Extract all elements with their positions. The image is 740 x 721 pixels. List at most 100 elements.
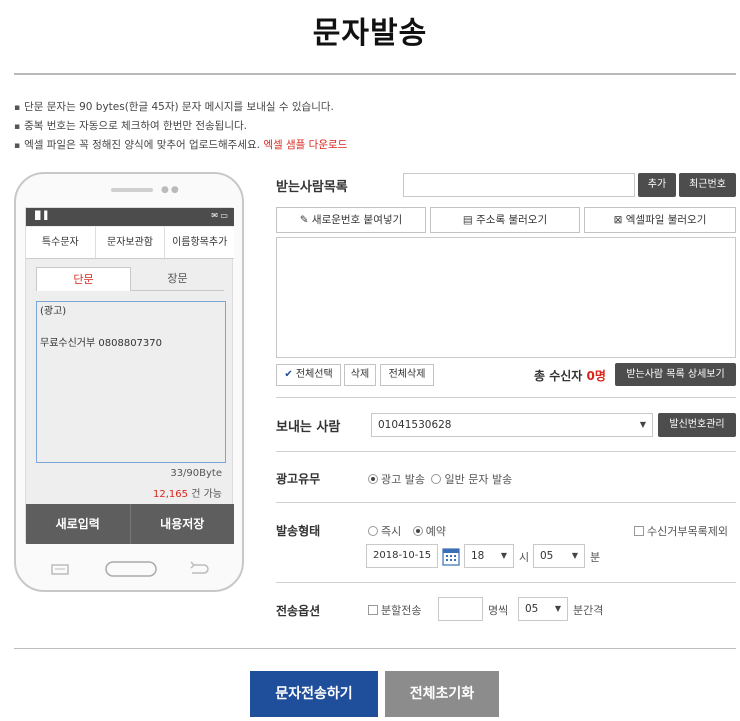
- divider: [276, 502, 736, 503]
- battery-icon: ✉ ▭: [211, 211, 228, 220]
- add-recipient-button[interactable]: 추가: [638, 173, 676, 197]
- radio-icon: [368, 526, 378, 536]
- send-type-label: 발송형태: [276, 524, 321, 538]
- load-excel-button[interactable]: ⊠ 엑셀파일 불러오기: [584, 207, 736, 233]
- signal-icon: ▐▍▌: [32, 211, 51, 220]
- ad-option-label: 광고 발송: [381, 473, 425, 486]
- menu-icon: [51, 564, 69, 575]
- recipients-label: 받는사람목록: [276, 180, 348, 195]
- notice-text: 단문 문자는 90 bytes(한글 45자) 문자 메시지를 보내실 수 있습…: [24, 101, 334, 113]
- available-suffix: 건 가능: [188, 489, 222, 500]
- calendar-icon[interactable]: [442, 546, 460, 566]
- exclude-reject-checkbox[interactable]: 수신거부목록제외: [634, 523, 728, 539]
- notice-item: 단문 문자는 90 bytes(한글 45자) 문자 메시지를 보내실 수 있습…: [14, 98, 347, 117]
- paste-numbers-label: 새로운번호 붙여넣기: [311, 214, 403, 226]
- radio-icon: [368, 474, 378, 484]
- tab-add-name-field[interactable]: 이름항목추가: [165, 227, 234, 258]
- notice-list: 단문 문자는 90 bytes(한글 45자) 문자 메시지를 보내실 수 있습…: [14, 98, 347, 155]
- sender-label: 보내는 사람: [276, 420, 341, 435]
- chevron-down-icon: ▼: [554, 604, 561, 613]
- checkbox-icon: [368, 605, 378, 615]
- immediate-radio[interactable]: 즉시: [368, 525, 401, 538]
- tab-special-chars[interactable]: 특수문자: [26, 227, 96, 258]
- sender-number-select[interactable]: 01041530628 ▼: [371, 413, 653, 437]
- new-input-button[interactable]: 새로입력: [26, 504, 131, 544]
- recipient-detail-button[interactable]: 받는사람 목록 상세보기: [615, 363, 736, 386]
- title-divider: [14, 73, 736, 75]
- split-send-label: 분할전송: [381, 604, 422, 617]
- total-recipients: 총 수신자 0명: [534, 367, 606, 384]
- split-count-input[interactable]: [438, 597, 483, 621]
- tab-message-box[interactable]: 문자보관함: [96, 227, 166, 258]
- available-count: 12,165 건 가능: [153, 485, 222, 500]
- select-all-label: 전체선택: [295, 369, 333, 380]
- load-excel-label: 엑셀파일 불러오기: [625, 214, 707, 226]
- divider: [276, 451, 736, 452]
- tab-short-message[interactable]: 단문: [36, 267, 131, 291]
- notice-text: 엑셀 파일은 꼭 정해진 양식에 맞추어 업로드해주세요.: [24, 139, 260, 151]
- normal-option-label: 일반 문자 발송: [444, 473, 513, 486]
- send-message-button[interactable]: 문자전송하기: [250, 671, 378, 717]
- ad-radio-group: 광고 발송 일반 문자 발송: [368, 471, 512, 487]
- divider: [276, 397, 736, 398]
- notice-text: 중복 번호는 자동으로 체크하여 한번만 전송됩니다.: [24, 120, 247, 132]
- ad-label: 광고유무: [276, 472, 321, 486]
- phone-camera-dots: ●●: [161, 185, 181, 195]
- check-icon: ✔: [284, 369, 296, 380]
- reserve-radio[interactable]: 예약: [412, 525, 446, 538]
- send-type-radio-group: 즉시 예약: [368, 523, 446, 539]
- phone-frame: ●● ▐▍▌ ✉ ▭ 특수문자 문자보관함 이름항목추가 단문 장문 (광고) …: [14, 172, 244, 592]
- excel-sample-link[interactable]: 엑셀 샘플 다운로드: [263, 139, 347, 151]
- message-textarea[interactable]: (광고) 무료수신거부 0808807370: [36, 301, 226, 463]
- hour-unit: 시: [519, 551, 530, 564]
- total-recipients-label: 총 수신자: [534, 369, 583, 383]
- split-send-checkbox[interactable]: 분할전송: [368, 602, 421, 618]
- phone-screen: ▐▍▌ ✉ ▭ 특수문자 문자보관함 이름항목추가 단문 장문 (광고) 무료수…: [25, 207, 234, 544]
- minute-select[interactable]: 05 ▼: [533, 544, 585, 568]
- recipient-number-input[interactable]: [403, 173, 635, 197]
- reserve-date-input[interactable]: 2018-10-15: [366, 544, 438, 568]
- hour-value: 18: [471, 550, 485, 562]
- options-label: 전송옵션: [276, 604, 321, 618]
- bottom-divider: [14, 648, 736, 649]
- radio-icon: [412, 526, 423, 536]
- page-title: 문자발송: [312, 16, 428, 51]
- save-content-button[interactable]: 내용저장: [130, 504, 234, 544]
- recipient-list-box[interactable]: [276, 237, 736, 358]
- total-recipients-count: 0명: [586, 369, 606, 383]
- delete-button[interactable]: 삭제: [344, 364, 376, 386]
- recent-numbers-button[interactable]: 최근번호: [679, 173, 736, 197]
- immediate-label: 즉시: [381, 525, 402, 538]
- interval-select[interactable]: 05 ▼: [518, 597, 568, 621]
- phone-action-buttons: 새로입력 내용저장: [26, 504, 234, 544]
- address-book-icon: ▤: [462, 214, 477, 226]
- delete-all-button[interactable]: 전체삭제: [380, 364, 434, 386]
- phone-speaker: [111, 188, 153, 192]
- message-type-tabs: 단문 장문: [36, 267, 224, 291]
- load-address-book-button[interactable]: ▤ 주소록 불러오기: [430, 207, 580, 233]
- excel-icon: ⊠: [613, 214, 626, 226]
- ad-option-radio[interactable]: 광고 발송: [368, 473, 425, 486]
- select-all-button[interactable]: ✔ 전체선택: [276, 364, 341, 386]
- tab-long-message[interactable]: 장문: [131, 267, 224, 291]
- normal-option-radio[interactable]: 일반 문자 발송: [431, 473, 512, 486]
- back-icon: [190, 561, 209, 574]
- paste-numbers-button[interactable]: ✎ 새로운번호 붙여넣기: [276, 207, 426, 233]
- sender-manage-button[interactable]: 발신번호관리: [658, 413, 736, 437]
- interval-label: 분간격: [573, 604, 604, 617]
- interval-value: 05: [525, 603, 539, 615]
- chevron-down-icon: ▼: [571, 551, 578, 560]
- byte-counter: 33/90Byte: [170, 468, 222, 479]
- pencil-icon: ✎: [299, 214, 312, 226]
- notice-item: 엑셀 파일은 꼭 정해진 양식에 맞추어 업로드해주세요. 엑셀 샘플 다운로드: [14, 136, 347, 155]
- chevron-down-icon: ▼: [500, 551, 507, 560]
- minute-value: 05: [540, 550, 554, 562]
- minute-unit: 분: [590, 551, 601, 564]
- hour-select[interactable]: 18 ▼: [464, 544, 514, 568]
- chevron-down-icon: ▼: [639, 420, 646, 429]
- reset-all-button[interactable]: 전체초기화: [385, 671, 499, 717]
- radio-icon: [431, 474, 442, 484]
- notice-item: 중복 번호는 자동으로 체크하여 한번만 전송됩니다.: [14, 117, 347, 136]
- home-button: [105, 561, 157, 577]
- available-number: 12,165: [153, 489, 189, 500]
